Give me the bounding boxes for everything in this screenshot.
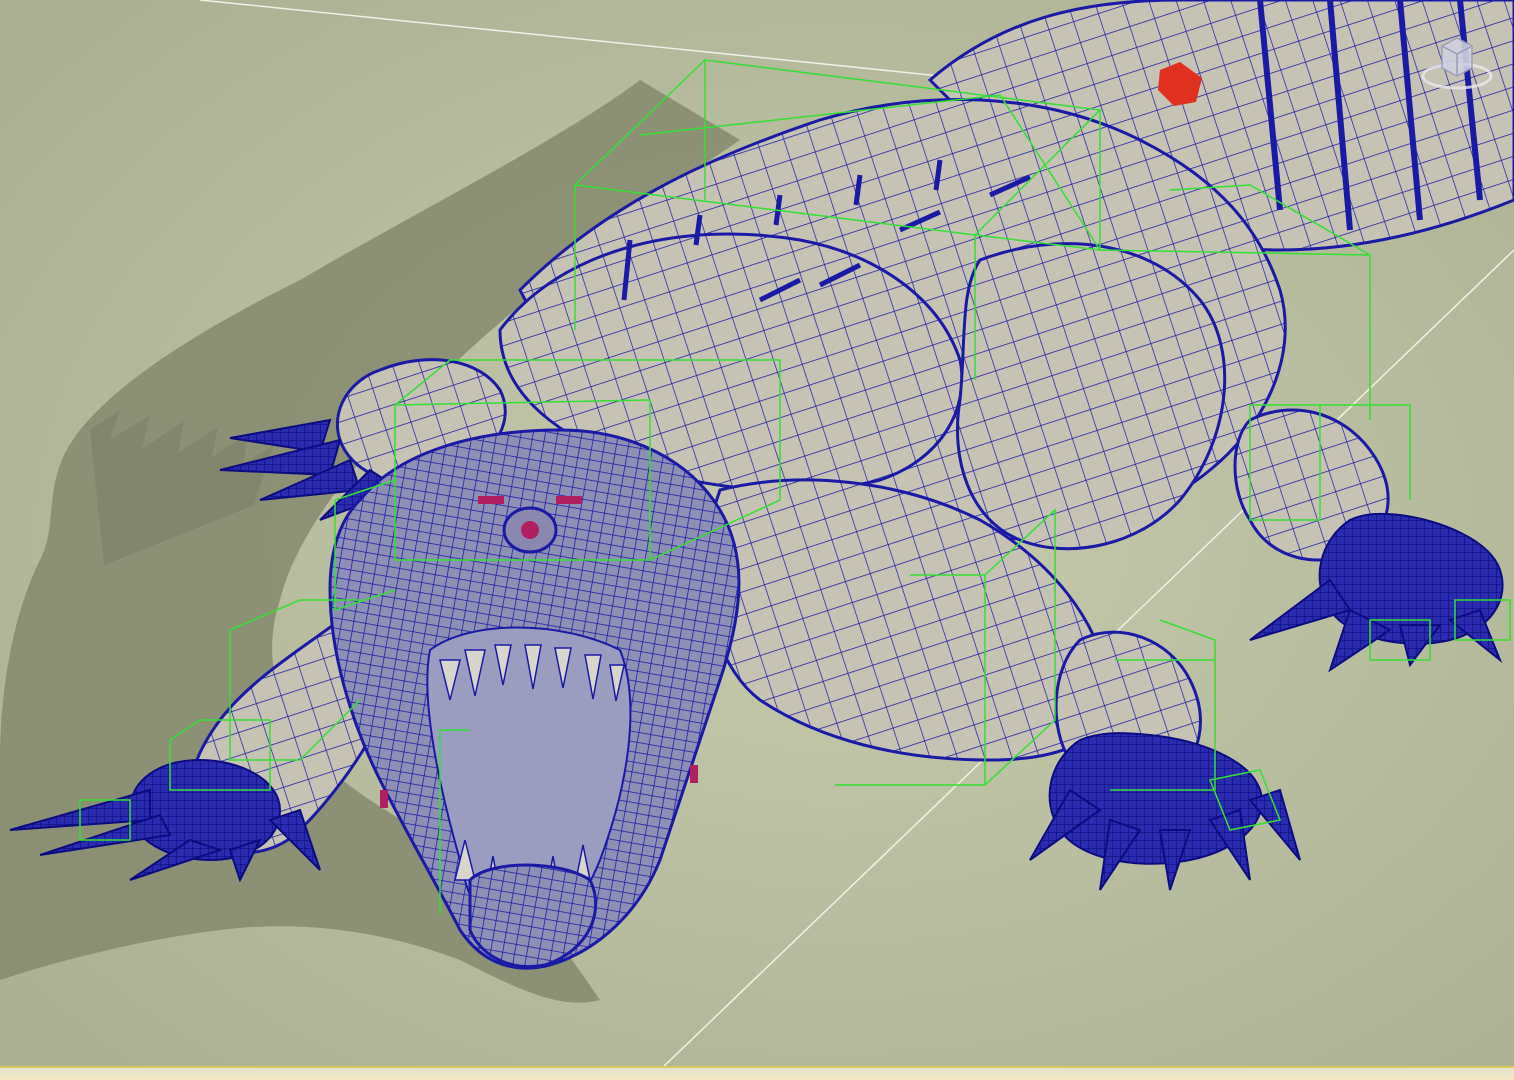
viewport-bottom-edge xyxy=(0,1066,1514,1080)
eye-pupil xyxy=(521,521,539,539)
render-scene[interactable] xyxy=(0,0,1514,1080)
3d-viewport[interactable] xyxy=(0,0,1514,1080)
viewcube-icon[interactable] xyxy=(1418,24,1496,102)
